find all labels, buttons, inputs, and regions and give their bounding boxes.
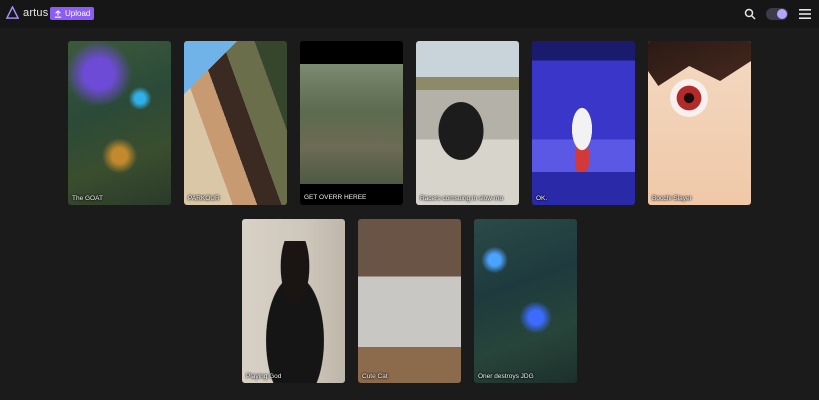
video-thumbnail [300,64,403,184]
app-logo[interactable]: artus [6,6,48,19]
video-card[interactable]: Racers comsuing in slow-mo [416,41,519,205]
video-title: The GOAT [72,195,103,202]
video-thumbnail [426,86,496,176]
menu-icon[interactable] [799,9,811,19]
app-name: artus [23,6,49,19]
video-title: Bocchi Slayer [652,195,692,202]
moon-icon [777,9,787,19]
video-title: Playing God [246,373,282,380]
upload-label: Upload [65,9,91,18]
video-title: GET OVERR HEREE [304,194,367,201]
video-card[interactable]: PARKOUR [184,41,287,205]
video-card[interactable]: OK. [532,41,635,205]
video-thumbnail-eye [670,79,708,117]
video-card[interactable]: GET OVERR HEREE [300,41,403,205]
video-title: PARKOUR [188,195,220,202]
top-bar: artus Upload [0,0,819,28]
video-card[interactable]: Bocchi Slayer [648,41,751,205]
video-title: OK. [536,195,548,202]
upload-button[interactable]: Upload [50,7,95,20]
video-title: Racers comsuing in slow-mo [420,195,504,202]
triangle-logo-icon [6,6,19,19]
video-title: Cute Cat [362,373,388,380]
video-card[interactable]: Playing God [242,219,345,383]
video-card[interactable]: Oner destroys JDG [474,219,577,383]
upload-icon [54,9,62,18]
search-icon[interactable] [744,8,756,20]
video-thumbnail [562,101,602,171]
video-card[interactable]: Cute Cat [358,219,461,383]
video-thumbnail [250,241,340,383]
video-card[interactable]: The GOAT [68,41,171,205]
video-title: Oner destroys JDG [478,373,534,380]
theme-toggle[interactable] [766,8,788,20]
